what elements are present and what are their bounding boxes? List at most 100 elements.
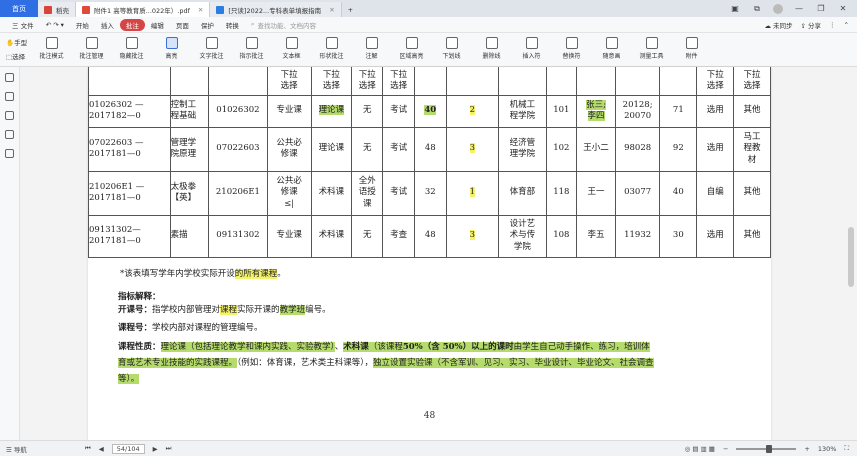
pdf-page: 下拉 选择 下拉 选择 下拉 选择 下拉 选择 下拉 选择 下拉 选择 0102… (88, 67, 771, 440)
table-cell: 考查 (382, 214, 415, 258)
search-box[interactable]: ⌕ 查找功能、文档内容 (251, 20, 316, 30)
cell-text: 考试 (390, 143, 408, 154)
cell-text: 选用 (706, 230, 724, 241)
avatar[interactable] (773, 3, 783, 14)
prev-page-icon[interactable]: ◀ (99, 445, 104, 453)
daoke-icon (44, 5, 52, 14)
page-input[interactable]: 54/104 (111, 443, 145, 454)
close-icon[interactable]: ✕ (329, 6, 334, 14)
tab-daoke[interactable]: 稻壳 (38, 2, 76, 17)
tab-home[interactable]: 首页 (0, 0, 38, 17)
zoom-out-icon[interactable]: − (723, 445, 728, 453)
bookmark-icon[interactable] (5, 92, 14, 101)
ribbon-tool-icon (245, 37, 258, 49)
thumbnail-icon[interactable] (5, 73, 14, 82)
nav-button[interactable]: ☰ 导航 (6, 444, 27, 454)
ribbon-button[interactable]: 批注模式 (36, 37, 67, 60)
table-cell: 32 (413, 170, 447, 216)
ribbon-button[interactable]: 插入符 (516, 37, 547, 60)
ribbon-button[interactable]: 随意画 (596, 37, 627, 60)
fullscreen-icon[interactable]: ⛶ (844, 444, 857, 453)
zoom-value[interactable]: 130% (818, 445, 837, 453)
note-text: 编号。 (305, 305, 331, 316)
kaike-label: 开课号： (118, 305, 153, 316)
menu-start[interactable]: 开始 (70, 19, 95, 31)
left-sidebar (0, 67, 20, 440)
zoom-slider[interactable] (736, 444, 797, 453)
layout-icon[interactable]: ▣ (729, 3, 741, 15)
ribbon-button[interactable]: 下划线 (436, 37, 467, 60)
view-mode-icon[interactable]: ◎ ▤ ▥ ▦ (685, 445, 715, 453)
menu-file[interactable]: 三 文件 (6, 19, 40, 31)
ribbon-button[interactable]: 文本框 (276, 37, 307, 60)
ribbon-button[interactable]: 形状批注 (316, 37, 347, 60)
table-cell: 体育部 (498, 170, 547, 216)
cell-text: 自编 (706, 187, 724, 198)
tab-doc[interactable]: [只读]2022...专科表单填报指南 ✕ (210, 2, 342, 17)
first-page-icon[interactable]: ⏮ (85, 444, 91, 453)
ribbon-button[interactable]: 指示批注 (236, 37, 267, 60)
close-icon[interactable]: ✕ (198, 6, 203, 14)
comment-icon[interactable] (5, 111, 14, 120)
menu-edit[interactable]: 编辑 (145, 19, 170, 31)
ribbon-button[interactable]: 文字批注 (196, 37, 227, 60)
close-window-icon[interactable]: ✕ (837, 3, 849, 15)
menu-insert[interactable]: 插入 (95, 19, 120, 31)
ribbon-button[interactable]: 批注管理 (76, 37, 107, 60)
new-tab-button[interactable]: + (342, 2, 359, 17)
ribbon-button[interactable]: 高亮 (156, 37, 187, 60)
ribbon-button[interactable]: 替换符 (556, 37, 587, 60)
table-cell: 下拉 选择 (266, 67, 312, 96)
file-icon[interactable] (5, 149, 14, 158)
share-button[interactable]: ⇪ 分享 (801, 20, 822, 30)
ribbon-button[interactable]: 附件 (676, 37, 707, 60)
table-cell: 无 (351, 214, 384, 258)
cell-text: 98028 (624, 143, 652, 154)
menu-page[interactable]: 页面 (170, 19, 195, 31)
ribbon-button[interactable]: 区域高亮 (396, 37, 427, 60)
menu-convert[interactable]: 转换 (220, 19, 245, 31)
scrollbar[interactable] (846, 67, 857, 440)
cell-text: 选用 (706, 143, 724, 154)
cell-text: 全外 语授 课 (358, 176, 376, 209)
last-page-icon[interactable]: ⏭ (166, 444, 172, 453)
highlight: （不含军训、见习、实习、毕业设计、毕业论文、社会调查 (432, 357, 654, 368)
table-cell: 马工 程教 材 (733, 126, 771, 172)
minimize-icon[interactable]: — (793, 3, 805, 15)
table-cell: 210206E1 — 2017181—0 (88, 170, 171, 216)
cloud-sync-button[interactable]: ☁ 未同步 (764, 20, 792, 30)
more-icon[interactable]: ⋮ (829, 21, 836, 29)
cell-text: 1 (469, 187, 476, 198)
tab-pdf[interactable]: 附件1 高等教育质...022年）.pdf ✕ (76, 2, 211, 17)
cell-text: 其他 (743, 105, 761, 116)
ribbon-button[interactable]: 注解 (356, 37, 387, 60)
ribbon-button-label: 删除线 (482, 53, 501, 60)
ribbon-button-label: 批注管理 (79, 53, 104, 60)
ribbon-button[interactable]: 删除线 (476, 37, 507, 60)
note-text: 实际开课的 (237, 305, 280, 316)
ribbon-button[interactable]: 测量工具 (636, 37, 667, 60)
window-icon[interactable]: ⧉ (751, 3, 763, 15)
cell-text: 48 (424, 143, 436, 154)
cell-text: 考试 (390, 105, 408, 116)
menu-undo-icon[interactable]: ↶ ↷ ▾ (40, 19, 70, 31)
collapse-icon[interactable]: ⌃ (844, 21, 849, 29)
ribbon-tool-icon (605, 37, 618, 49)
select-tool[interactable]: ⬚选择 (6, 51, 32, 61)
zoom-in-icon[interactable]: + (804, 445, 809, 453)
kch-label: 课程号： (118, 323, 153, 334)
table-row: 210206E1 — 2017181—0 太极拳 【英】 210206E1 公共必 修… (88, 170, 771, 216)
menu-annotate[interactable]: 批注 (119, 18, 145, 31)
scroll-thumb[interactable] (848, 227, 854, 287)
ribbon-tool-icon (405, 37, 418, 49)
attachment-icon[interactable] (5, 130, 14, 139)
menu-protect[interactable]: 保护 (195, 19, 220, 31)
ribbon-button[interactable]: 隐藏批注 (116, 37, 147, 60)
maximize-icon[interactable]: ❐ (815, 3, 827, 15)
hand-tool[interactable]: ✋手型 (6, 37, 32, 47)
table-cell: 李五 (576, 214, 616, 258)
cell-text: 71 (672, 105, 684, 116)
next-page-icon[interactable]: ▶ (153, 445, 158, 453)
zoom-knob[interactable] (766, 444, 773, 453)
table-cell: 30 (659, 214, 698, 258)
